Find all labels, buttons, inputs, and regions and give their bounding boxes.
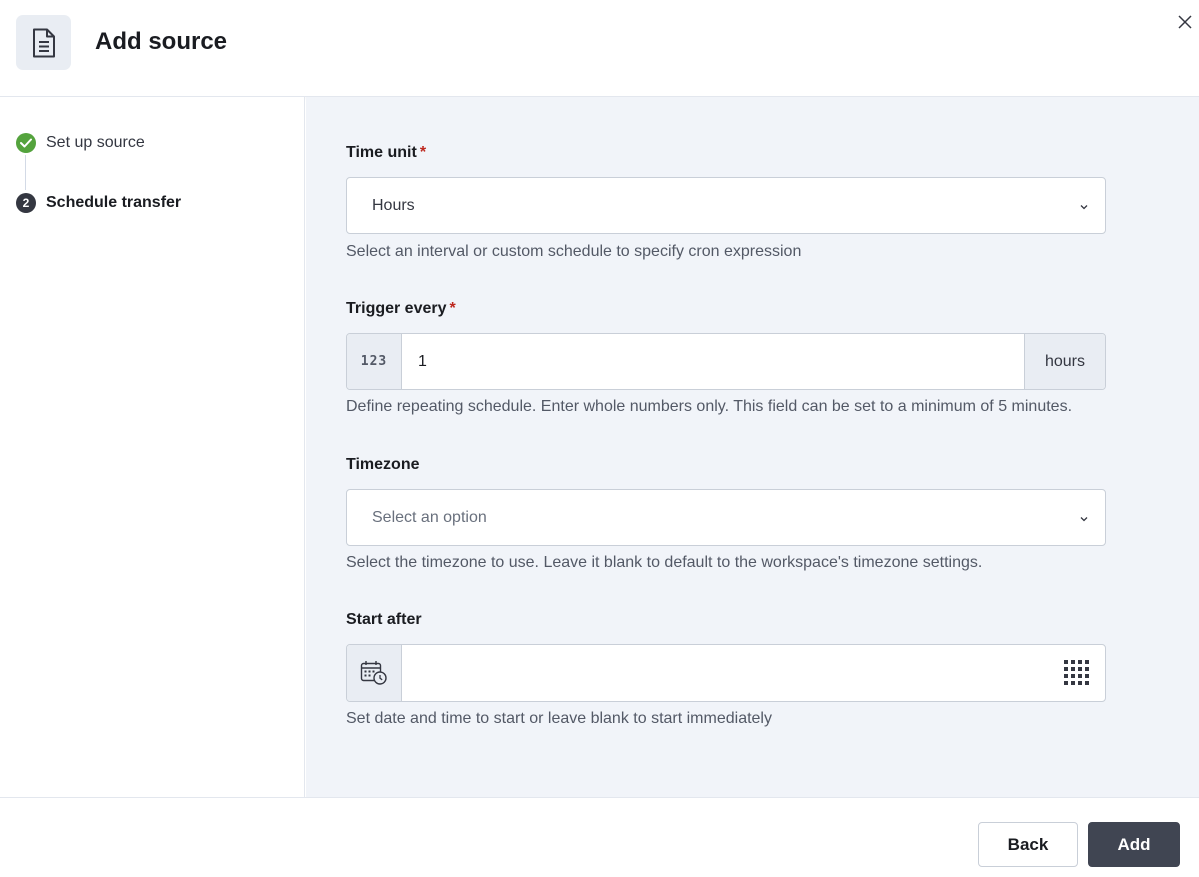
trigger-every-label-text: Trigger every bbox=[346, 300, 447, 317]
start-after-field bbox=[346, 644, 1106, 702]
document-icon bbox=[16, 15, 71, 70]
flyout-header: Add source bbox=[0, 0, 1199, 97]
trigger-every-field: 123 hours bbox=[346, 333, 1106, 390]
step-set-up-source[interactable]: Set up source bbox=[16, 133, 145, 153]
time-unit-label: Time unit * bbox=[346, 144, 426, 162]
timezone-placeholder: Select an option bbox=[372, 509, 487, 526]
step-schedule-transfer[interactable]: 2 Schedule transfer bbox=[16, 193, 181, 213]
time-unit-help: Select an interval or custom schedule to… bbox=[346, 243, 802, 260]
number-icon: 123 bbox=[347, 334, 402, 389]
chevron-down-icon bbox=[1080, 205, 1088, 210]
check-icon bbox=[16, 133, 36, 153]
required-marker: * bbox=[419, 144, 427, 161]
required-marker: * bbox=[449, 300, 456, 317]
timezone-help: Select the timezone to use. Leave it bla… bbox=[346, 554, 983, 571]
timezone-label: Timezone bbox=[346, 456, 420, 473]
close-icon[interactable] bbox=[1175, 12, 1195, 32]
time-unit-select[interactable]: Hours bbox=[346, 177, 1106, 234]
timezone-select[interactable]: Select an option bbox=[346, 489, 1106, 546]
time-unit-label-text: Time unit bbox=[346, 144, 417, 161]
page-title: Add source bbox=[95, 28, 228, 55]
trigger-unit-append: hours bbox=[1024, 334, 1105, 389]
step-label: Schedule transfer bbox=[46, 194, 182, 211]
keypad-grid-icon[interactable] bbox=[1064, 660, 1090, 686]
start-after-label: Start after bbox=[346, 611, 422, 628]
start-after-help: Set date and time to start or leave blan… bbox=[346, 710, 772, 727]
calendar-clock-icon[interactable] bbox=[347, 645, 402, 701]
trigger-every-help: Define repeating schedule. Enter whole n… bbox=[346, 398, 1073, 415]
start-after-input[interactable] bbox=[403, 645, 1043, 701]
back-button[interactable]: Back bbox=[978, 822, 1078, 867]
trigger-every-label: Trigger every * bbox=[346, 300, 456, 318]
step-number: 2 bbox=[16, 193, 36, 213]
add-button[interactable]: Add bbox=[1088, 822, 1180, 867]
step-connector bbox=[25, 155, 26, 190]
chevron-down-icon bbox=[1080, 517, 1088, 522]
time-unit-value: Hours bbox=[372, 197, 415, 214]
step-label: Set up source bbox=[46, 134, 145, 151]
trigger-every-input[interactable] bbox=[403, 334, 1025, 389]
